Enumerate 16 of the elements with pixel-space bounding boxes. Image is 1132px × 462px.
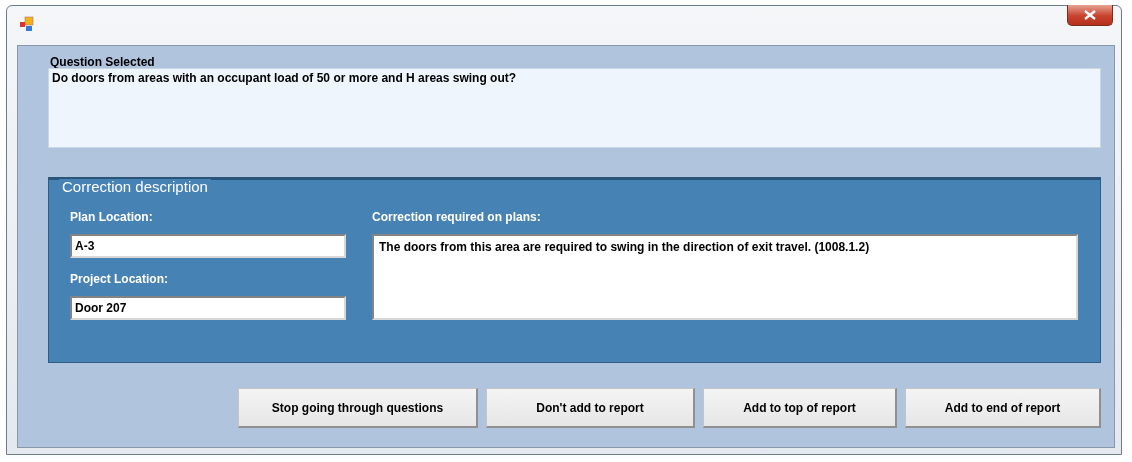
group-title: Correction description — [59, 179, 211, 195]
plan-location-field[interactable]: A-3 — [70, 234, 346, 258]
action-button[interactable]: Don't add to report — [486, 388, 695, 428]
app-icon — [19, 16, 35, 32]
action-button[interactable]: Add to top of report — [703, 388, 897, 428]
field-label: Correction required on plans: — [372, 210, 542, 224]
project-location-field[interactable]: Door 207 — [70, 296, 346, 320]
action-button[interactable]: Add to end of report — [905, 388, 1101, 428]
field-label: Project Location: — [70, 272, 169, 286]
action-button[interactable]: Stop going through questions — [238, 388, 478, 428]
question-label: Question Selected — [50, 55, 156, 68]
field-label: Plan Location: — [70, 210, 154, 224]
question-text-box: Do doors from areas with an occupant load of 50 or more and H areas swing out? — [48, 68, 1101, 148]
close-button[interactable] — [1067, 5, 1113, 26]
correction-text-area[interactable]: The doors from this area are required to swing in the direction of exit travel. (1008.1.2) — [372, 234, 1078, 320]
close-icon — [1084, 10, 1096, 20]
